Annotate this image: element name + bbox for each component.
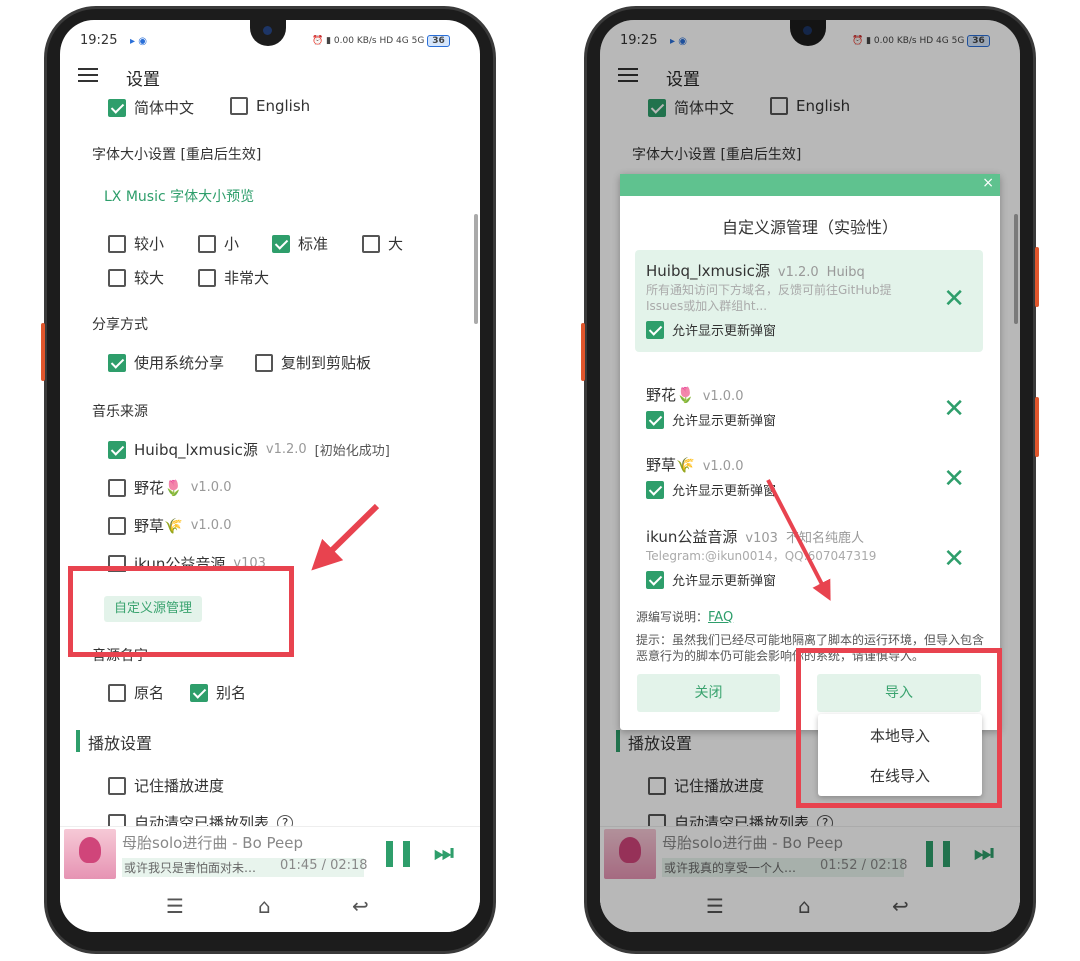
annotation-arrow bbox=[311, 503, 380, 571]
annotation-arrow bbox=[766, 479, 831, 601]
annotation-arrows bbox=[311, 479, 831, 601]
